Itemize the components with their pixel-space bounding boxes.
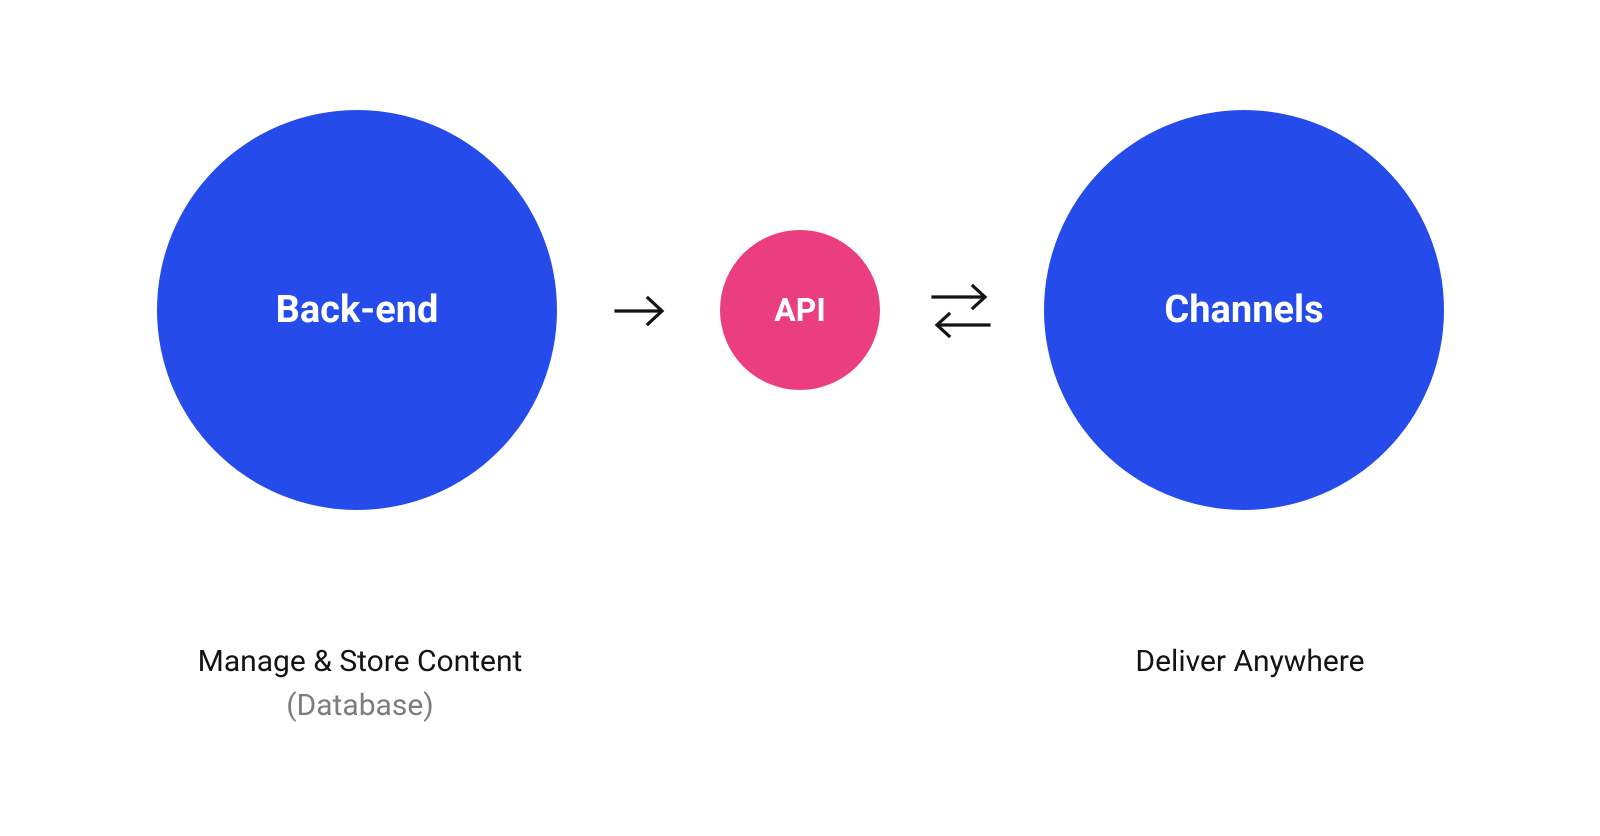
caption-left: Manage & Store Content (Database) bbox=[100, 640, 620, 727]
caption-right: Deliver Anywhere bbox=[990, 640, 1510, 684]
diagram-stage: Back-end API Channels Manage & Store Con… bbox=[0, 0, 1600, 836]
caption-left-line2: (Database) bbox=[100, 684, 620, 728]
node-channels-label: Channels bbox=[1164, 288, 1323, 332]
node-api-label: API bbox=[774, 291, 825, 329]
node-backend: Back-end bbox=[157, 110, 557, 510]
node-api: API bbox=[720, 230, 880, 390]
arrow-right-icon bbox=[610, 290, 670, 332]
node-channels: Channels bbox=[1044, 110, 1444, 510]
arrow-bidirectional-icon bbox=[925, 276, 997, 346]
caption-right-line1: Deliver Anywhere bbox=[1135, 644, 1364, 679]
caption-left-line1: Manage & Store Content bbox=[198, 644, 523, 679]
node-backend-label: Back-end bbox=[276, 288, 439, 332]
